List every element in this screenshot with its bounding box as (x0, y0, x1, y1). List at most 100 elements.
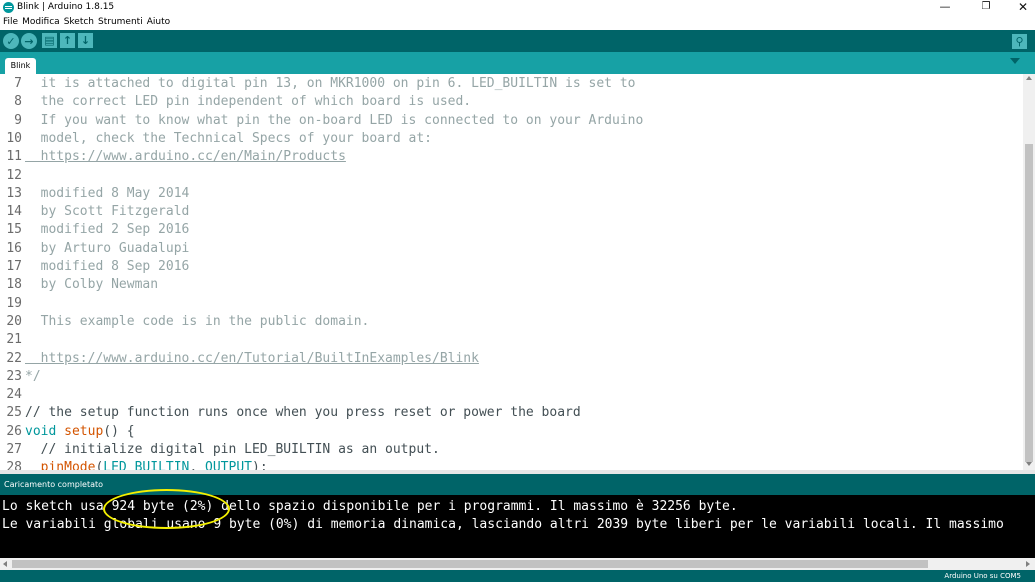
line-number: 13 (6, 185, 22, 201)
title-bar: Blink | Arduino 1.8.15 — ❐ ✕ (0, 0, 1035, 16)
line-number: 28 (6, 460, 22, 470)
code-line[interactable]: modified 2 Sep 2016 (25, 222, 190, 238)
line-number: 11 (6, 149, 22, 165)
line-number: 12 (6, 167, 22, 183)
tab-menu-dropdown-icon[interactable] (1010, 58, 1020, 64)
code-line[interactable]: model, check the Technical Specs of your… (25, 131, 432, 146)
new-file-icon: ▤ (44, 34, 55, 47)
arrow-down-icon: ↓ (80, 34, 91, 47)
verify-button[interactable]: ✓ (3, 33, 19, 49)
board-status-bar: Arduino Uno su COM5 (0, 570, 1035, 582)
code-text: modified 8 Sep 2016 (25, 259, 190, 274)
serial-monitor-button[interactable]: ⚲ (1012, 34, 1027, 49)
code-line[interactable]: by Scott Fitzgerald (25, 204, 190, 220)
menu-modifica[interactable]: Modifica (21, 16, 61, 29)
checkmark-icon: ✓ (6, 34, 16, 48)
tab-blink[interactable]: Blink (5, 58, 36, 74)
code-line[interactable]: modified 8 May 2014 (25, 185, 190, 201)
line-number: 27 (6, 442, 22, 457)
menu-bar: File Modifica Sketch Strumenti Aiuto (0, 16, 1035, 30)
line-number: 21 (6, 332, 22, 348)
code-link[interactable]: https://www.arduino.cc/en/Main/Products (25, 149, 346, 164)
editor-vertical-scrollbar[interactable] (1023, 74, 1035, 470)
menu-file[interactable]: File (2, 16, 19, 29)
scroll-left-arrow-icon[interactable] (3, 561, 7, 567)
scroll-right-arrow-icon[interactable] (1026, 561, 1030, 567)
code-line[interactable]: https://www.arduino.cc/en/Main/Products (25, 149, 346, 164)
code-line[interactable]: by Arturo Guadalupi (25, 240, 190, 256)
line-number: 9 (14, 112, 22, 128)
menu-strumenti[interactable]: Strumenti (97, 16, 144, 29)
open-button[interactable]: ↑ (60, 33, 75, 48)
code-line[interactable]: // the setup function runs once when you… (25, 405, 581, 420)
line-number: 8 (14, 94, 22, 110)
code-punctuation: , (189, 460, 206, 470)
code-link[interactable]: https://www.arduino.cc/en/Tutorial/Built… (25, 351, 479, 366)
code-text: by Arturo Guadalupi (25, 240, 190, 256)
code-text: the correct LED pin independent of which… (25, 94, 472, 110)
code-line[interactable]: */ (25, 369, 41, 384)
line-number: 10 (6, 130, 22, 146)
scroll-thumb[interactable] (1025, 144, 1033, 462)
line-number: 15 (6, 222, 22, 238)
toolbar: ✓ → ▤ ↑ ↓ ⚲ (0, 30, 1035, 52)
scroll-down-arrow-icon[interactable] (1026, 462, 1032, 466)
keyword-void: void (25, 423, 57, 439)
scroll-thumb[interactable] (12, 560, 928, 568)
line-number: 25 (6, 405, 22, 421)
code-line[interactable]: modified 8 Sep 2016 (25, 259, 190, 274)
code-line[interactable]: // initialize digital pin LED_BUILTIN as… (25, 442, 440, 457)
code-line[interactable]: https://www.arduino.cc/en/Tutorial/Built… (25, 351, 479, 366)
line-number: 17 (6, 259, 22, 274)
board-port-label: Arduino Uno su COM5 (944, 572, 1021, 580)
constant-output: OUTPUT (205, 460, 252, 470)
code-text: If you want to know what pin the on-boar… (25, 112, 644, 128)
code-punctuation: () { (103, 423, 135, 439)
code-text: it is attached to digital pin 13, on MKR… (25, 76, 636, 91)
upload-button[interactable]: → (21, 33, 37, 49)
line-number: 7 (14, 76, 22, 91)
line-number: 16 (6, 240, 22, 256)
code-text: // the setup function runs once when you… (25, 405, 581, 421)
code-text: */ (25, 368, 41, 384)
code-text: // initialize digital pin LED_BUILTIN as… (25, 442, 440, 457)
line-number: 19 (6, 295, 22, 311)
code-text: modified 8 May 2014 (25, 185, 190, 201)
scroll-up-arrow-icon[interactable] (1026, 76, 1032, 80)
code-line[interactable]: If you want to know what pin the on-boar… (25, 112, 644, 128)
window-title: Blink | Arduino 1.8.15 (17, 2, 115, 12)
line-number: 23 (6, 368, 22, 384)
code-punctuation: ); (252, 460, 268, 470)
code-line[interactable]: void setup() { (25, 424, 135, 439)
function-setup: setup (64, 423, 104, 439)
code-line[interactable]: it is attached to digital pin 13, on MKR… (25, 76, 636, 91)
code-line[interactable]: pinMode(LED_BUILTIN, OUTPUT); (25, 460, 268, 470)
code-line[interactable]: the correct LED pin independent of which… (25, 94, 471, 109)
arrow-right-icon: → (24, 34, 34, 48)
status-message: Caricamento completato (4, 480, 104, 489)
code-line[interactable]: This example code is in the public domai… (25, 313, 370, 329)
line-number: 22 (6, 350, 22, 366)
code-text: This example code is in the public domai… (25, 313, 370, 329)
constant-led-builtin: LED_BUILTIN (103, 460, 190, 470)
code-editor[interactable]: 7 it is attached to digital pin 13, on M… (0, 74, 1023, 470)
close-button[interactable]: ✕ (1000, 0, 1035, 16)
magnifier-icon: ⚲ (1015, 35, 1024, 48)
tab-bar: Blink (0, 52, 1035, 74)
menu-sketch[interactable]: Sketch (63, 16, 95, 29)
line-number: 18 (6, 277, 22, 293)
code-line[interactable]: by Colby Newman (25, 277, 158, 292)
line-number: 24 (6, 387, 22, 403)
code-text: by Scott Fitzgerald (25, 204, 190, 220)
code-text: modified 2 Sep 2016 (25, 222, 190, 238)
minimize-button[interactable]: — (922, 0, 968, 16)
console-horizontal-scrollbar[interactable] (0, 558, 1035, 570)
arduino-logo-icon (3, 2, 14, 13)
save-button[interactable]: ↓ (78, 33, 93, 48)
menu-aiuto[interactable]: Aiuto (146, 16, 171, 29)
code-text: by Colby Newman (25, 277, 159, 293)
line-number: 14 (6, 204, 22, 220)
highlight-annotation (103, 489, 230, 529)
new-sketch-button[interactable]: ▤ (42, 33, 57, 48)
